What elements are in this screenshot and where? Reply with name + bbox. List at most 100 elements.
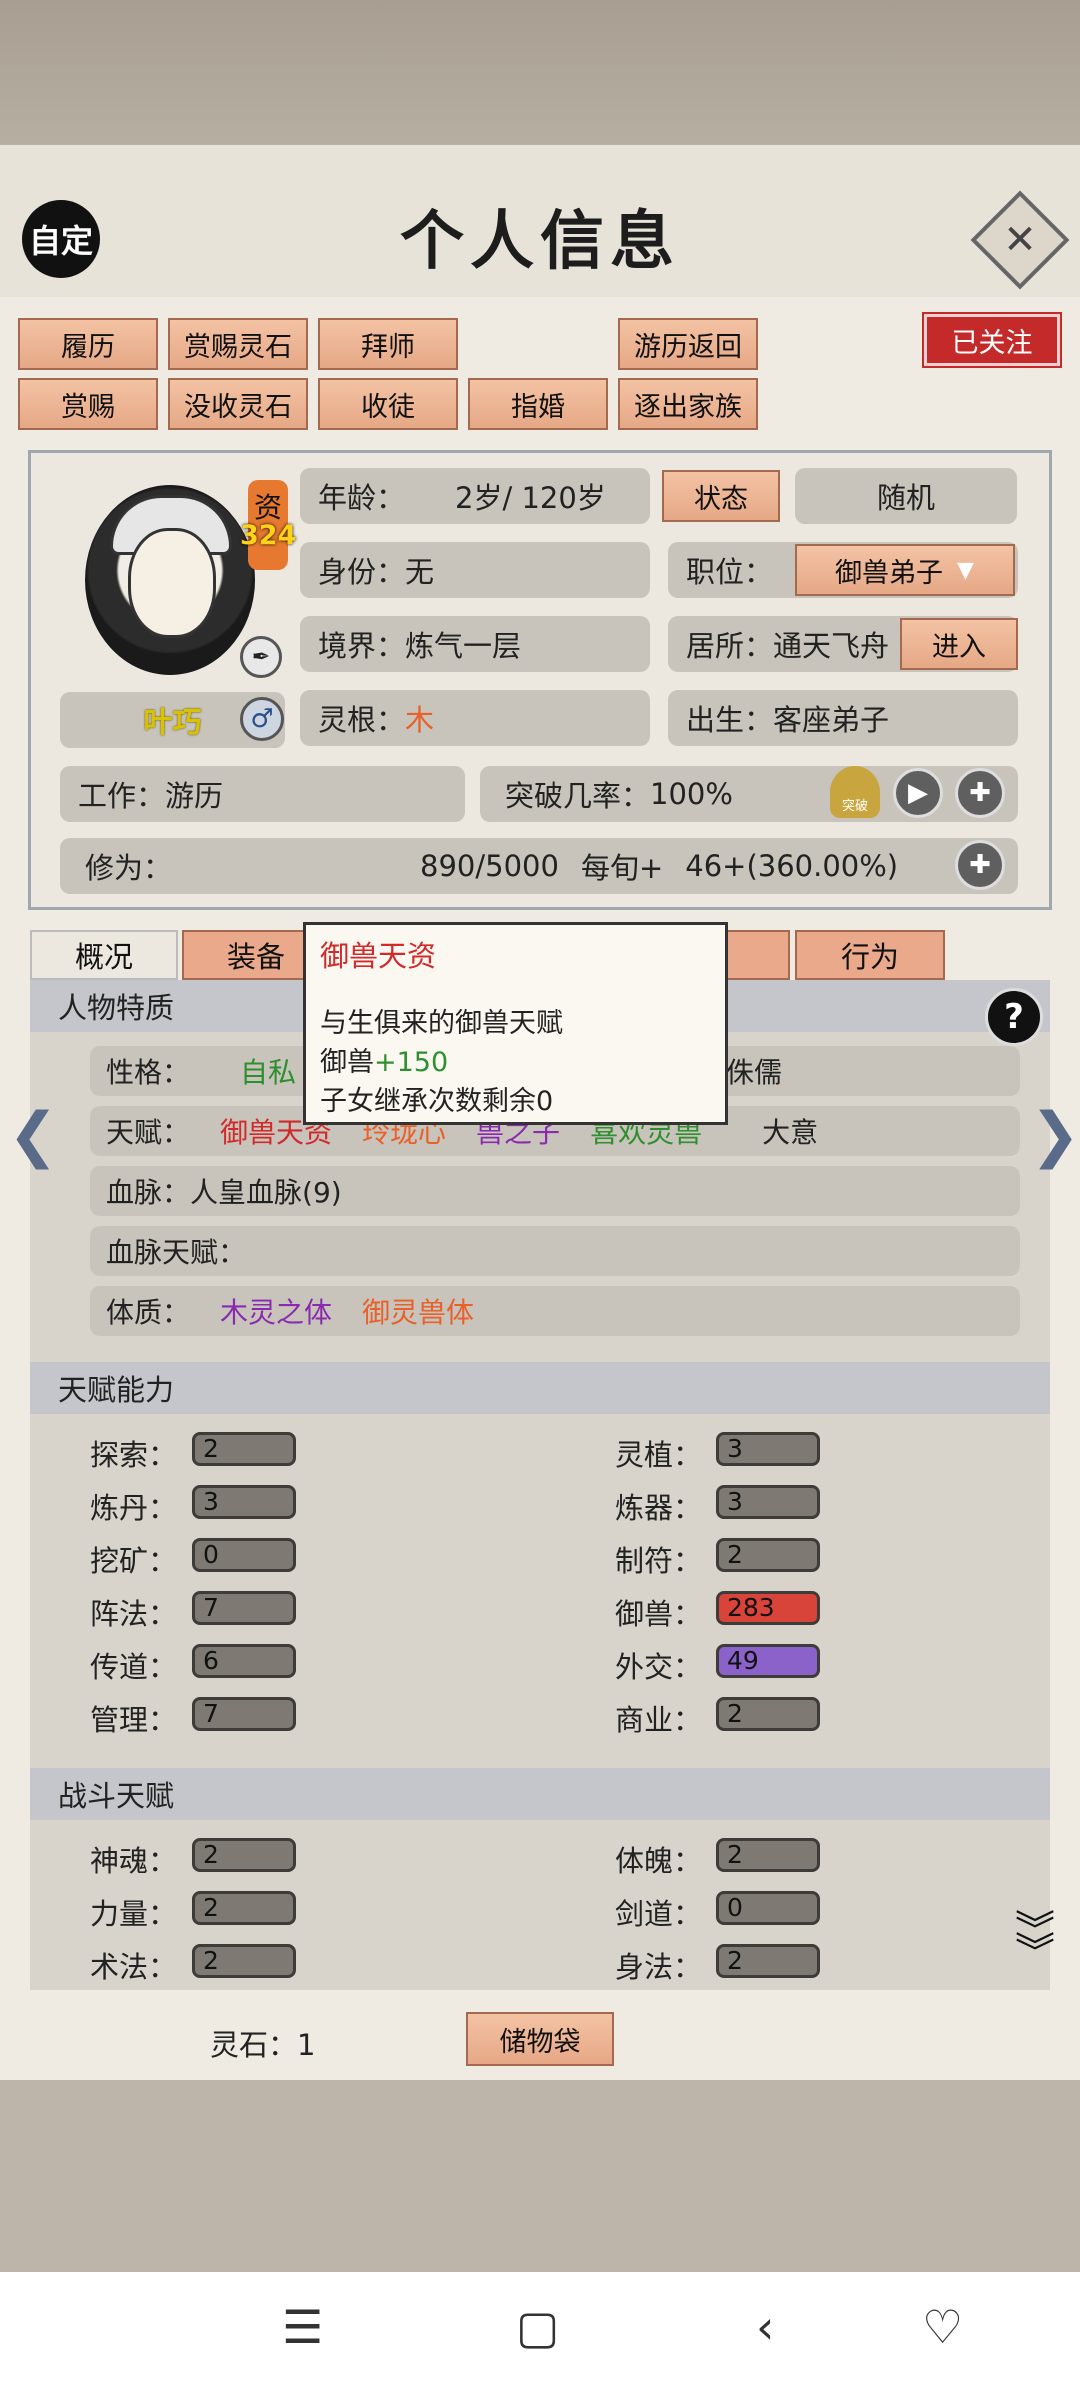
birth-field: 出生： 客座弟子 <box>668 690 1018 746</box>
position-value: 御兽弟子 <box>835 557 943 589</box>
spirit-stone-value: 1 <box>297 2028 316 2062</box>
age-value: 2岁/ 120岁 <box>455 481 606 515</box>
auto-button[interactable]: 自定 <box>22 200 100 278</box>
tooltip-line: 子女继承次数剩余0 <box>320 1086 554 1117</box>
stat-bar: 2 <box>716 1838 820 1872</box>
next-arrow-icon[interactable]: ❯ <box>1030 1100 1080 1170</box>
stat-bar: 2 <box>716 1944 820 1978</box>
plus-icon[interactable]: ✚ <box>955 840 1005 890</box>
tab-overview[interactable]: 概况 <box>30 930 178 980</box>
personality-trait[interactable]: 侏儒 <box>726 1051 782 1091</box>
bloodline-row: 血脉： 人皇血脉(9) <box>90 1166 1020 1216</box>
stat-bar: 2 <box>192 1838 296 1872</box>
position-dropdown[interactable]: 御兽弟子 ▼ <box>795 544 1015 596</box>
reward-stone-button[interactable]: 赏赐灵石 <box>168 318 308 370</box>
tab-behavior[interactable]: 行为 <box>795 930 945 980</box>
take-master-button[interactable]: 拜师 <box>318 318 458 370</box>
enter-button[interactable]: 进入 <box>900 618 1018 670</box>
stat-bar: 0 <box>716 1891 820 1925</box>
personality-label: 性格： <box>106 1056 191 1089</box>
storage-bag-button[interactable]: 储物袋 <box>466 2012 614 2066</box>
stat-label: 阵法： <box>90 1597 178 1631</box>
personality-trait[interactable]: 自私 <box>240 1051 296 1091</box>
menu-icon[interactable]: ☰ <box>282 2300 323 2354</box>
avatar-face <box>128 528 216 638</box>
aptitude-value: 324 <box>240 520 297 551</box>
stat-bar: 7 <box>192 1697 296 1731</box>
status-button[interactable]: 状态 <box>662 470 780 522</box>
stat-label: 商业： <box>615 1703 703 1737</box>
prev-arrow-icon[interactable]: ❮ <box>8 1100 58 1170</box>
stat-label: 剑道： <box>615 1897 703 1931</box>
stat-label: 术法： <box>90 1950 178 1984</box>
work-field: 工作： 游历 <box>60 766 465 822</box>
stat-label: 外交： <box>615 1650 703 1684</box>
play-icon[interactable]: ▶ <box>893 768 943 818</box>
stat-bar-diplomacy: 49 <box>716 1644 820 1678</box>
stat-bar: 2 <box>192 1944 296 1978</box>
expel-button[interactable]: 逐出家族 <box>618 378 758 430</box>
stat-bar: 3 <box>716 1432 820 1466</box>
take-disciple-button[interactable]: 收徒 <box>318 378 458 430</box>
identity-value: 无 <box>405 555 435 589</box>
age-field: 年龄： 2岁/ 120岁 <box>300 468 650 524</box>
talent-tooltip: 御兽天资 与生俱来的御兽天赋 御兽+150 子女继承次数剩余0 <box>303 922 728 1125</box>
per-term-label: 每旬+ <box>580 851 664 885</box>
physique-row: 体质： 木灵之体 御灵兽体 <box>90 1286 1020 1336</box>
spirit-root-value: 木 <box>405 703 435 737</box>
stat-label: 挖矿： <box>90 1544 178 1578</box>
brush-icon[interactable]: ✒ <box>240 636 282 678</box>
stat-label: 身法： <box>615 1950 703 1984</box>
physique-item[interactable]: 御灵兽体 <box>362 1291 474 1331</box>
back-icon[interactable]: ‹ <box>756 2300 774 2354</box>
history-button[interactable]: 履历 <box>18 318 158 370</box>
realm-label: 境界： <box>318 629 406 663</box>
spirit-stone-label: 灵石： <box>210 2028 298 2062</box>
home-icon[interactable]: ▢ <box>516 2300 559 2354</box>
stat-label: 制符： <box>615 1544 703 1578</box>
breakthrough-label: 突破几率： <box>505 779 651 813</box>
stat-label: 神魂： <box>90 1844 178 1878</box>
tooltip-title: 御兽天资 <box>320 939 437 973</box>
talent-item[interactable]: 大意 <box>762 1111 818 1151</box>
assistant-icon[interactable]: ♡ <box>922 2300 963 2354</box>
help-icon[interactable]: ? <box>985 988 1043 1046</box>
stat-label: 炼器： <box>615 1491 703 1525</box>
stat-label: 探索： <box>90 1438 178 1472</box>
stat-bar: 3 <box>192 1485 296 1519</box>
physique-label: 体质： <box>106 1296 191 1329</box>
scroll-down-icon[interactable]: ︾ ︾ <box>1010 1911 1060 1973</box>
tooltip-line: 御兽+150 <box>320 1040 711 1079</box>
plus-icon[interactable]: ✚ <box>955 768 1005 818</box>
tooltip-bonus-label: 御兽 <box>320 1047 374 1078</box>
age-label: 年龄： <box>318 481 406 515</box>
birth-label: 出生： <box>686 703 774 737</box>
page-title: 个人信息 <box>400 204 680 279</box>
realm-field: 境界： 炼气一层 <box>300 616 650 672</box>
stat-bar: 2 <box>192 1891 296 1925</box>
bloodline-value[interactable]: 人皇血脉(9) <box>190 1171 342 1211</box>
spirit-root-field: 灵根： 木 <box>300 690 650 746</box>
physique-item[interactable]: 木灵之体 <box>220 1291 332 1331</box>
birth-value: 客座弟子 <box>773 703 890 737</box>
work-label: 工作： <box>78 779 166 813</box>
arrange-marriage-button[interactable]: 指婚 <box>468 378 608 430</box>
cultivation-value: 890/5000 <box>420 849 559 883</box>
close-icon[interactable]: ✕ <box>985 205 1055 275</box>
random-button[interactable]: 随机 <box>795 468 1017 524</box>
breakthrough-icon[interactable]: 突破 <box>830 766 880 818</box>
followed-badge[interactable]: 已关注 <box>922 312 1062 368</box>
travel-return-button[interactable]: 游历返回 <box>618 318 758 370</box>
confiscate-stone-button[interactable]: 没收灵石 <box>168 378 308 430</box>
male-icon: ♂ <box>240 697 284 741</box>
stat-label: 御兽： <box>615 1597 703 1631</box>
reward-button[interactable]: 赏赐 <box>18 378 158 430</box>
chevron-down-icon: ▼ <box>957 557 974 583</box>
bloodline-talent-label: 血脉天赋： <box>106 1236 247 1269</box>
abilities-section-title: 天赋能力 <box>30 1362 1050 1414</box>
residence-label: 居所： <box>686 629 774 663</box>
stat-bar: 6 <box>192 1644 296 1678</box>
talent-label: 天赋： <box>106 1116 191 1149</box>
bottom-background <box>0 2080 1080 2272</box>
identity-label: 身份： <box>318 555 406 589</box>
